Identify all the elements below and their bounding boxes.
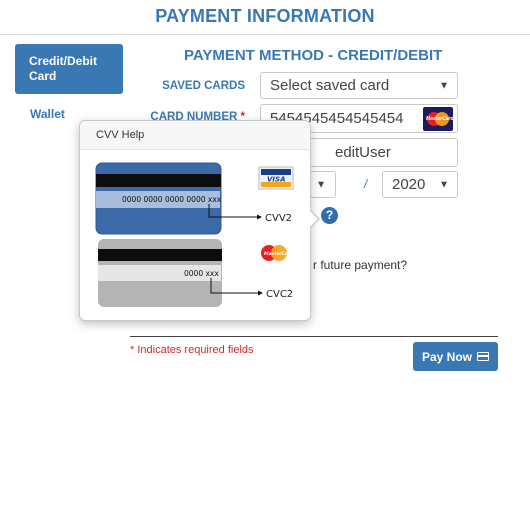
expiry-year-value: 2020: [392, 176, 426, 193]
saved-cards-select[interactable]: Select saved card ▼: [260, 72, 458, 99]
visa-sample-number: 0000 0000 0000 0000 xxx: [122, 195, 222, 204]
page-title: PAYMENT INFORMATION: [155, 6, 375, 26]
cvv-help-popover: CVV Help 0000 0000 0000 0000 xxx VISA CV…: [79, 120, 320, 321]
tab-credit-debit-card[interactable]: Credit/Debit Card: [15, 44, 123, 94]
cvv2-label: CVV2: [265, 213, 292, 224]
question-icon[interactable]: ?: [321, 207, 338, 224]
chevron-down-icon: ▼: [439, 179, 449, 190]
mastercard-logo-icon: MasterCard: [423, 107, 454, 131]
tab-wallet[interactable]: Wallet: [30, 107, 65, 121]
required-fields-note: * Indicates required fields: [130, 344, 254, 356]
chevron-down-icon: ▼: [316, 179, 326, 190]
mastercard-logo-text: MasterCard: [264, 251, 294, 257]
cvc2-label: CVC2: [266, 289, 293, 300]
saved-cards-value: Select saved card: [270, 77, 390, 94]
cvv-help-title: CVV Help: [80, 121, 310, 150]
expiry-year-select[interactable]: 2020 ▼: [382, 171, 458, 198]
mastercard-card-illustration: 0000 xxx: [98, 239, 222, 307]
mastercard-sample-number: 0000 xxx: [184, 269, 219, 278]
form-divider: [130, 336, 498, 337]
expiry-month-select[interactable]: ▼: [310, 171, 336, 198]
visa-card-illustration: 0000 0000 0000 0000 xxx: [95, 162, 222, 235]
mastercard-logo-text: MasterCard: [426, 116, 454, 122]
visa-logo-icon: VISA: [258, 166, 294, 190]
name-on-card-value: editUser: [335, 144, 391, 161]
saved-cards-label: SAVED CARDS: [162, 80, 245, 92]
mastercard-logo-icon: MasterCard: [261, 245, 294, 261]
visa-logo-text: VISA: [267, 176, 285, 184]
chevron-down-icon: ▼: [439, 80, 449, 91]
payment-page: PAYMENT INFORMATION Credit/Debit Card Wa…: [0, 0, 530, 506]
pay-now-button[interactable]: Pay Now: [413, 342, 498, 371]
section-title: PAYMENT METHOD - CREDIT/DEBIT: [184, 47, 443, 64]
save-card-question: r future payment?: [313, 258, 408, 272]
title-divider: [0, 34, 530, 35]
pay-now-label: Pay Now: [421, 349, 472, 364]
cvv-help-illustration: 0000 0000 0000 0000 xxx VISA CVV2 0000 x…: [95, 162, 294, 307]
expiry-separator: /: [364, 177, 368, 191]
credit-card-icon: [477, 352, 489, 361]
